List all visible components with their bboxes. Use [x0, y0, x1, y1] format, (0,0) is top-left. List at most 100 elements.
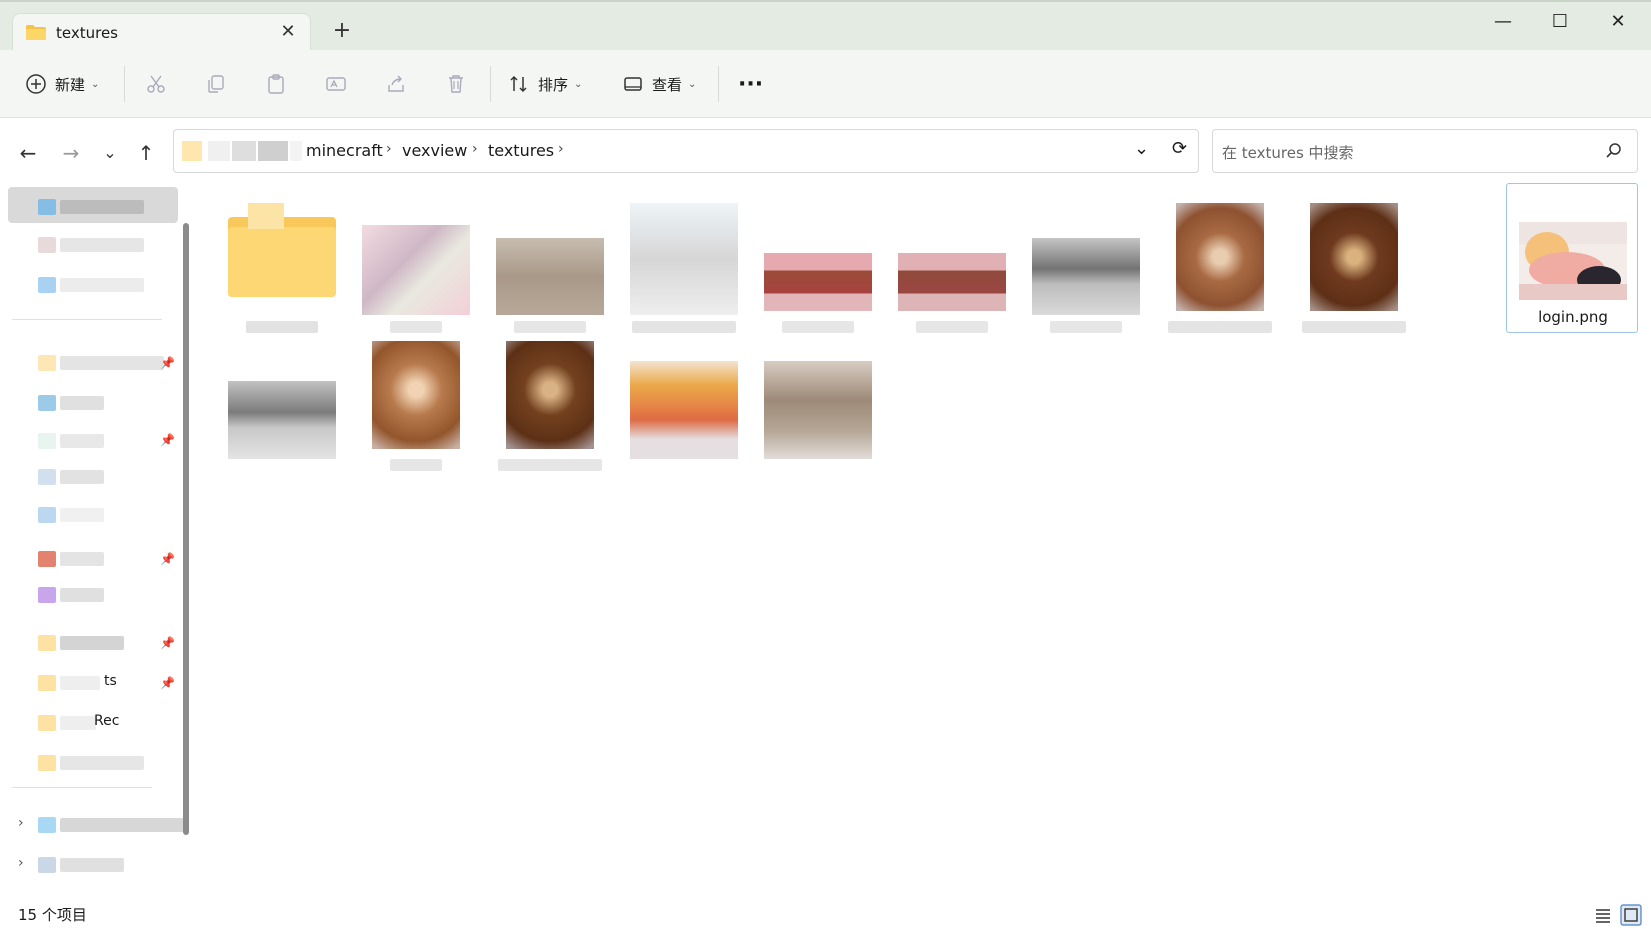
search-input[interactable]: 在 textures 中搜索 — [1222, 142, 1354, 163]
folder-icon — [38, 675, 56, 691]
toolbar-divider — [718, 66, 719, 102]
cut-button[interactable] — [145, 50, 167, 118]
file-item[interactable] — [216, 341, 348, 491]
view-button[interactable]: 查看 ⌄ — [622, 50, 696, 118]
toolbar-divider — [124, 66, 125, 102]
sidebar-item-home[interactable] — [8, 187, 178, 223]
folder-icon — [38, 507, 56, 523]
file-item[interactable] — [216, 193, 348, 343]
large-icons-view-icon[interactable] — [1620, 904, 1642, 926]
texture-thumbnail — [1032, 238, 1140, 315]
pin-icon[interactable]: 📌 — [160, 676, 175, 690]
command-toolbar: 新建 ⌄ 排序 ⌄ 查看 ⌄ ··· — [0, 50, 1651, 118]
file-item-selected[interactable]: login.png — [1506, 183, 1638, 333]
file-item[interactable] — [350, 341, 482, 491]
texture-thumbnail — [630, 361, 738, 459]
file-item[interactable] — [484, 341, 616, 491]
file-item[interactable] — [618, 193, 750, 343]
minimize-button[interactable]: — — [1483, 8, 1523, 36]
pin-icon[interactable]: 📌 — [160, 356, 175, 370]
pin-icon[interactable]: 📌 — [160, 433, 175, 447]
search-box[interactable]: 在 textures 中搜索 — [1212, 129, 1638, 173]
close-window-button[interactable]: ✕ — [1598, 8, 1638, 36]
sidebar-scrollbar[interactable] — [183, 223, 189, 835]
tab-close-icon[interactable]: ✕ — [278, 22, 298, 42]
file-item[interactable] — [752, 341, 884, 491]
folder-icon — [38, 715, 56, 731]
item-count: 15 个项目 — [18, 906, 87, 924]
file-item[interactable] — [752, 193, 884, 343]
breadcrumb-chevron-icon[interactable]: › — [386, 141, 392, 157]
file-name-redacted — [390, 321, 442, 333]
view-label: 查看 — [652, 75, 683, 94]
breadcrumb-chevron-icon[interactable]: › — [558, 141, 564, 157]
add-circle-icon — [26, 74, 46, 94]
status-bar: 15 个项目 — [0, 900, 1651, 929]
file-item[interactable] — [886, 193, 1018, 343]
sidebar-item-label — [60, 508, 104, 522]
refresh-icon[interactable]: ⟳ — [1172, 138, 1187, 159]
clipboard-icon — [268, 74, 284, 94]
new-label: 新建 — [55, 75, 86, 94]
search-icon[interactable] — [1605, 142, 1623, 160]
delete-button[interactable] — [445, 50, 467, 118]
texture-thumbnail — [630, 203, 738, 315]
more-options-button[interactable]: ··· — [738, 50, 763, 118]
pin-icon[interactable]: 📌 — [160, 636, 175, 650]
file-name-redacted — [1050, 321, 1122, 333]
address-bar[interactable]: minecraft › vexview › textures › ⌄ ⟳ — [173, 129, 1199, 173]
share-icon — [388, 75, 404, 92]
trash-icon — [449, 75, 463, 93]
chevron-down-icon: ⌄ — [688, 78, 697, 90]
sidebar-item-label — [60, 470, 104, 484]
breadcrumb-minecraft[interactable]: minecraft — [306, 141, 383, 160]
new-tab-button[interactable]: + — [330, 20, 354, 42]
folder-icon — [228, 203, 336, 297]
file-name-redacted — [390, 459, 442, 471]
folder-icon — [38, 551, 56, 567]
back-button[interactable]: ← — [14, 139, 42, 167]
gallery-icon — [38, 237, 56, 253]
tab-textures[interactable]: textures ✕ — [12, 13, 311, 52]
file-item[interactable] — [1154, 193, 1286, 343]
home-icon — [38, 199, 56, 215]
paste-button[interactable] — [265, 50, 287, 118]
image-thumbnail — [1519, 222, 1627, 300]
up-button[interactable]: ↑ — [132, 139, 160, 167]
breadcrumb-vexview[interactable]: vexview — [402, 141, 467, 160]
sidebar-item-label: Rec — [94, 713, 120, 729]
copy-icon — [208, 75, 224, 93]
texture-thumbnail — [506, 341, 594, 449]
sidebar-item-label — [60, 200, 144, 214]
file-item[interactable] — [350, 193, 482, 343]
toolbar-divider — [490, 66, 491, 102]
texture-thumbnail — [898, 253, 1006, 311]
sort-button[interactable]: 排序 ⌄ — [508, 50, 582, 118]
view-icon — [624, 77, 642, 91]
chevron-right-icon[interactable]: › — [18, 855, 24, 871]
folder-icon — [38, 355, 56, 371]
file-item[interactable] — [484, 193, 616, 343]
details-view-icon[interactable] — [1592, 904, 1614, 926]
share-button[interactable] — [385, 50, 407, 118]
breadcrumb-textures[interactable]: textures — [488, 141, 554, 160]
forward-button[interactable]: → — [57, 139, 85, 167]
computer-icon — [38, 817, 56, 833]
file-item[interactable] — [1020, 193, 1152, 343]
new-button[interactable]: 新建 ⌄ — [25, 50, 99, 118]
file-name-redacted — [632, 321, 736, 333]
maximize-button[interactable]: ☐ — [1540, 8, 1580, 36]
sidebar-item-label — [60, 396, 104, 410]
file-item[interactable] — [618, 341, 750, 491]
recent-locations-button[interactable]: ⌄ — [96, 139, 124, 167]
file-name-redacted — [916, 321, 988, 333]
copy-button[interactable] — [205, 50, 227, 118]
chevron-right-icon[interactable]: › — [18, 815, 24, 831]
address-dropdown-icon[interactable]: ⌄ — [1134, 138, 1149, 159]
rename-button[interactable] — [325, 50, 347, 118]
scissors-icon — [147, 75, 165, 93]
breadcrumb-chevron-icon[interactable]: › — [472, 141, 478, 157]
file-item[interactable] — [1288, 193, 1420, 343]
sort-label: 排序 — [538, 75, 569, 94]
pin-icon[interactable]: 📌 — [160, 552, 175, 566]
